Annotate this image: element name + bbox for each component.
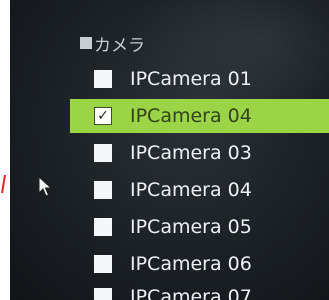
- camera-item-row[interactable]: IPCamera 06: [70, 247, 329, 281]
- header-label: カメラ: [94, 35, 145, 56]
- camera-checkbox[interactable]: [94, 255, 112, 273]
- camera-label: IPCamera 05: [130, 216, 252, 238]
- camera-item-row[interactable]: IPCamera 05: [70, 210, 329, 244]
- pointer-arrow-icon: [38, 176, 52, 197]
- camera-label: IPCamera 07: [130, 286, 252, 300]
- camera-item-row[interactable]: IPCamera 01: [70, 62, 329, 96]
- camera-label: IPCamera 01: [130, 68, 252, 90]
- header-checkbox[interactable]: [80, 37, 92, 49]
- camera-checkbox-checked[interactable]: ✓: [94, 107, 112, 125]
- camera-checkbox[interactable]: [94, 70, 112, 88]
- camera-item-row-selected[interactable]: ✓ IPCamera 04: [70, 99, 329, 133]
- checkmark-icon: ✓: [97, 108, 109, 124]
- camera-checkbox[interactable]: [94, 288, 112, 300]
- camera-item-row[interactable]: IPCamera 07: [70, 280, 329, 300]
- camera-label: IPCamera 06: [130, 253, 252, 275]
- camera-item-row[interactable]: IPCamera 04: [70, 173, 329, 207]
- camera-checkbox[interactable]: [94, 218, 112, 236]
- camera-list-panel: カメラ IPCamera 01 ✓ IPCamera 04 IPCamera 0…: [10, 0, 329, 300]
- camera-item-row[interactable]: IPCamera 03: [70, 136, 329, 170]
- camera-checkbox[interactable]: [94, 144, 112, 162]
- camera-label: IPCamera 03: [130, 142, 252, 164]
- camera-checkbox[interactable]: [94, 181, 112, 199]
- camera-list-header: カメラ: [80, 30, 145, 56]
- red-annotation-mark: [1, 174, 6, 194]
- camera-label: IPCamera 04: [130, 105, 252, 127]
- camera-label: IPCamera 04: [130, 179, 252, 201]
